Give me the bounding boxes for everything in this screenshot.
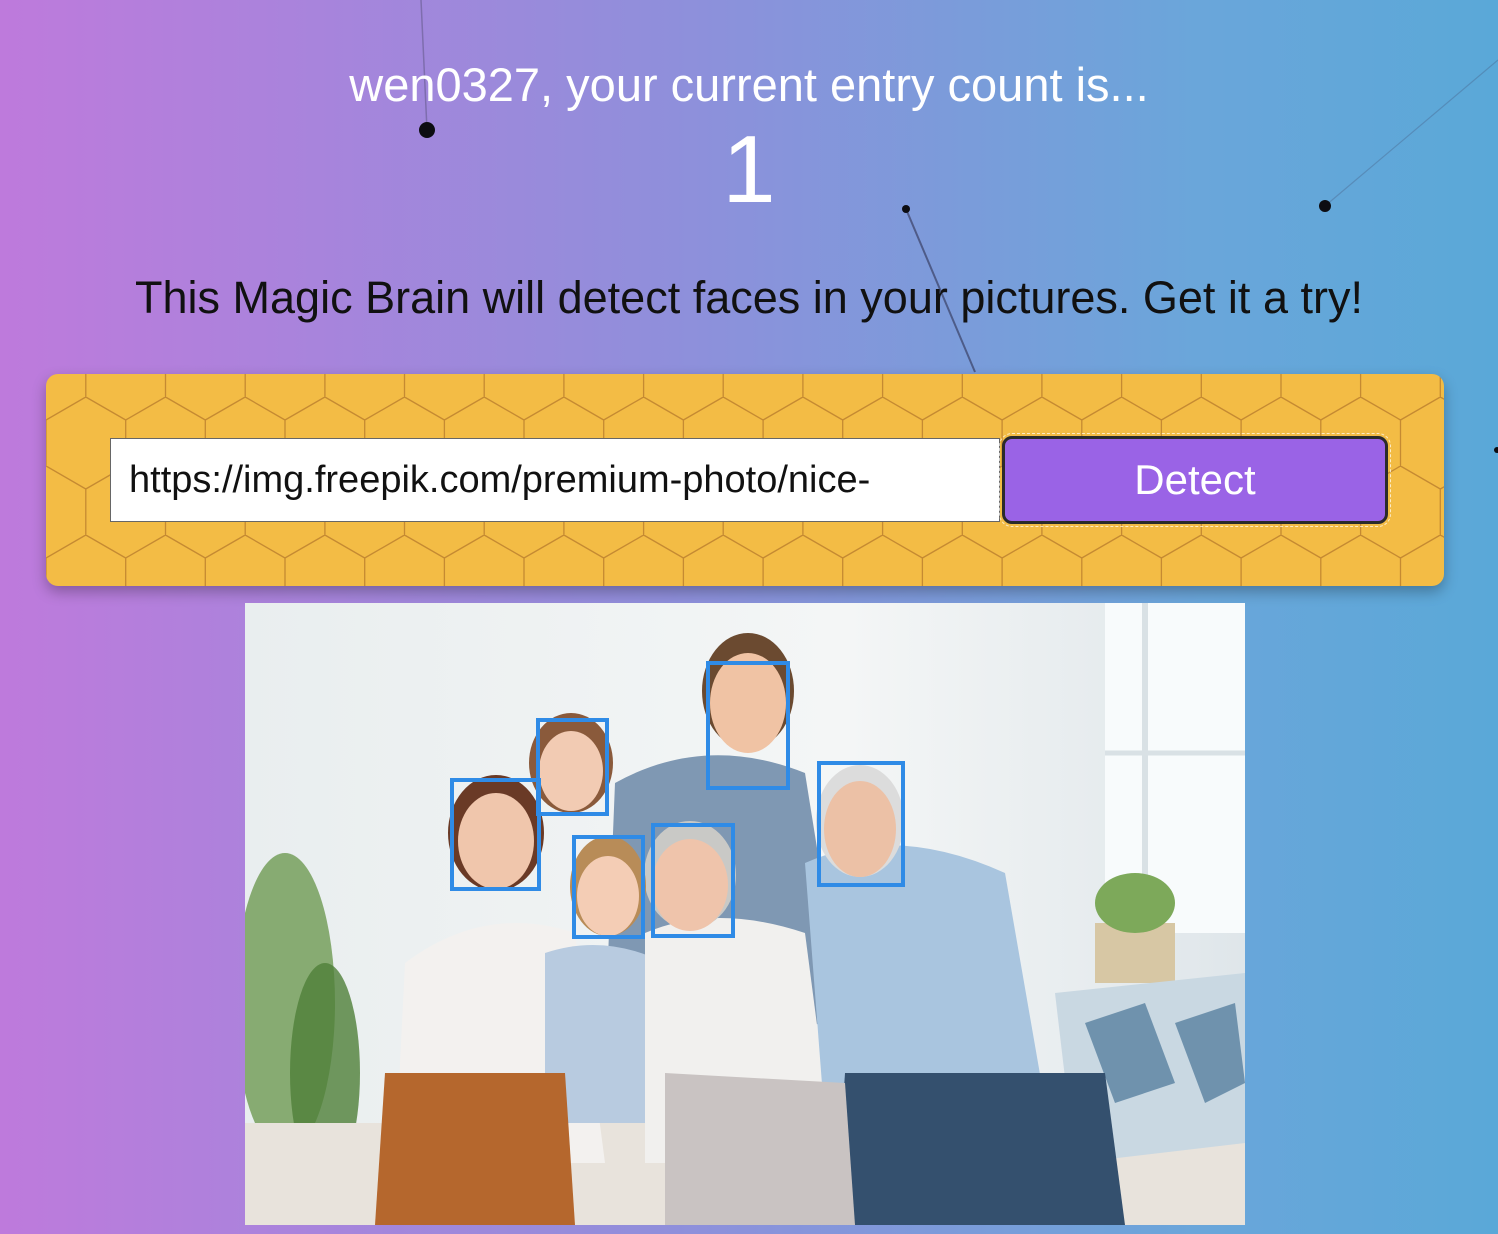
face-box: [450, 778, 541, 891]
image-url-input[interactable]: [110, 438, 1000, 522]
face-box: [817, 761, 905, 887]
face-box: [651, 823, 735, 938]
tagline-text: This Magic Brain will detect faces in yo…: [135, 272, 1363, 323]
image-link-form: Detect: [46, 374, 1444, 586]
detected-photo: [245, 603, 1245, 1225]
face-box: [536, 718, 609, 816]
face-box: [572, 835, 645, 939]
entry-count-greeting: wen0327, your current entry count is...: [349, 58, 1149, 111]
entry-count-value: 1: [722, 116, 776, 223]
face-box: [706, 661, 790, 790]
detect-button[interactable]: Detect: [999, 433, 1391, 527]
